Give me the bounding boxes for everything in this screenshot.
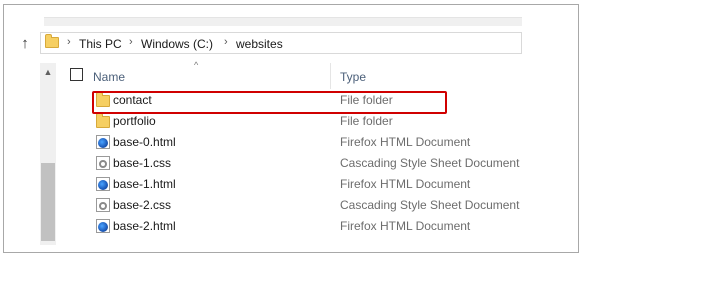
sort-ascending-icon: ^: [194, 60, 199, 70]
file-type: File folder: [340, 114, 393, 128]
css-file-icon: [96, 198, 110, 212]
folder-icon: [96, 92, 110, 107]
file-row-base-1-html[interactable]: base-1.html Firefox HTML Document: [56, 173, 524, 194]
file-name[interactable]: portfolio: [113, 114, 156, 128]
file-type: Firefox HTML Document: [340, 135, 471, 149]
address-bar[interactable]: › This PC › Windows (C:) › websites: [40, 32, 522, 54]
file-type: File folder: [340, 93, 393, 107]
column-divider[interactable]: [330, 63, 331, 89]
file-row-base-2-css[interactable]: base-2.css Cascading Style Sheet Documen…: [56, 194, 524, 215]
file-list: contact File folder portfolio File folde…: [56, 89, 524, 236]
chevron-right-icon[interactable]: ›: [129, 36, 133, 48]
scroll-thumb[interactable]: [41, 163, 55, 241]
file-name[interactable]: base-2.css: [113, 198, 171, 212]
file-type: Cascading Style Sheet Document: [340, 156, 520, 170]
file-name[interactable]: contact: [113, 93, 152, 107]
file-type: Firefox HTML Document: [340, 219, 471, 233]
column-header-type[interactable]: Type: [340, 70, 366, 84]
file-explorer-window: ↑ › This PC › Windows (C:) › websites ▲ …: [3, 4, 579, 253]
file-row-portfolio[interactable]: portfolio File folder: [56, 110, 524, 131]
css-file-icon: [96, 156, 110, 170]
file-type: Firefox HTML Document: [340, 177, 471, 191]
file-name[interactable]: base-2.html: [113, 219, 176, 233]
column-header-name[interactable]: Name: [93, 70, 125, 84]
toolbar-strip-bar: [44, 17, 522, 26]
scroll-up-icon[interactable]: ▲: [40, 65, 56, 79]
up-arrow-icon[interactable]: ↑: [17, 36, 33, 52]
firefox-html-icon: [96, 177, 110, 191]
chevron-right-icon[interactable]: ›: [67, 36, 71, 48]
select-all-checkbox[interactable]: [70, 68, 83, 81]
firefox-html-icon: [96, 135, 110, 149]
column-header: ^ Name Type: [56, 60, 524, 89]
file-name[interactable]: base-1.css: [113, 156, 171, 170]
folder-icon: [45, 34, 59, 48]
breadcrumb-this-pc[interactable]: This PC: [79, 37, 122, 51]
folder-icon: [96, 113, 110, 128]
file-row-base-0-html[interactable]: base-0.html Firefox HTML Document: [56, 131, 524, 152]
toolbar-strip: [4, 5, 524, 27]
file-row-contact[interactable]: contact File folder: [56, 89, 524, 110]
breadcrumb-windows-c[interactable]: Windows (C:): [141, 37, 213, 51]
vertical-scrollbar[interactable]: ▲: [40, 63, 56, 245]
file-name[interactable]: base-1.html: [113, 177, 176, 191]
firefox-html-icon: [96, 219, 110, 233]
breadcrumb-websites[interactable]: websites: [236, 37, 283, 51]
file-name[interactable]: base-0.html: [113, 135, 176, 149]
file-row-base-1-css[interactable]: base-1.css Cascading Style Sheet Documen…: [56, 152, 524, 173]
file-row-base-2-html[interactable]: base-2.html Firefox HTML Document: [56, 215, 524, 236]
chevron-right-icon[interactable]: ›: [224, 36, 228, 48]
file-type: Cascading Style Sheet Document: [340, 198, 520, 212]
